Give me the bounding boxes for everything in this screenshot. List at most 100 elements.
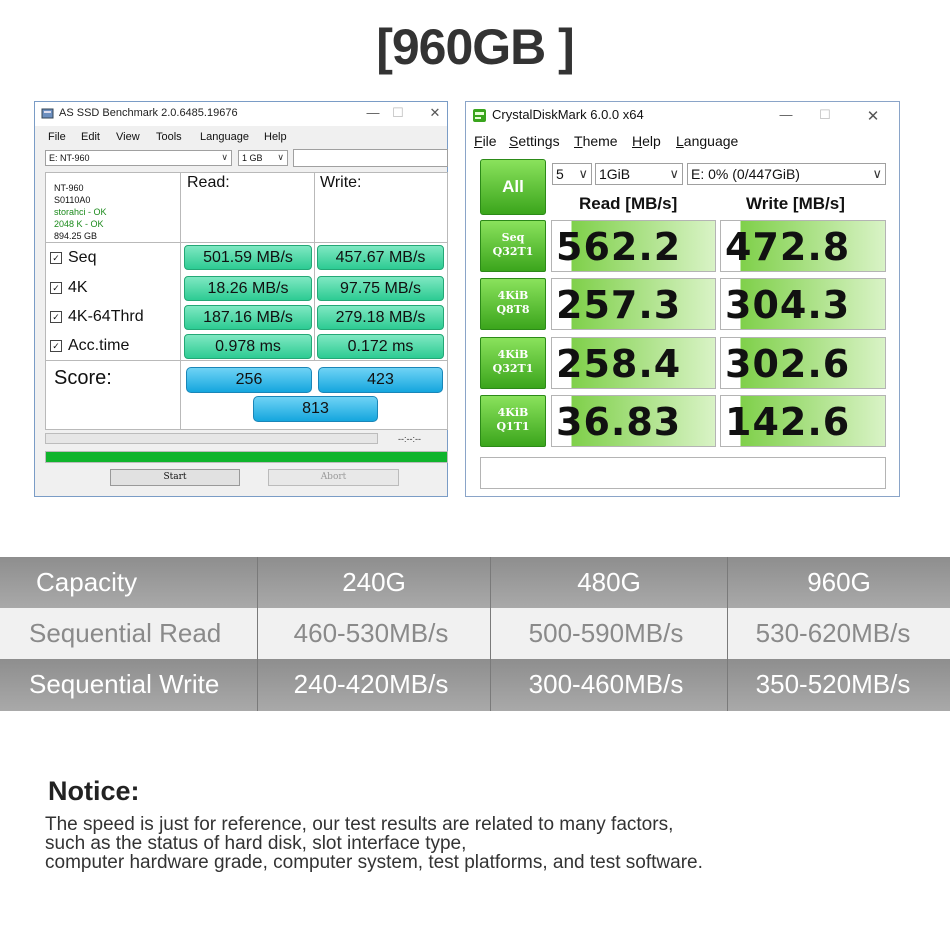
test-size-select-value: 1GiB	[599, 166, 631, 182]
menu-tools[interactable]: Tools	[156, 131, 182, 143]
minimize-icon[interactable]: —	[364, 105, 382, 120]
all-button[interactable]: All	[480, 159, 546, 215]
menu-file[interactable]: File	[48, 131, 66, 143]
menu-label-rest: elp	[642, 133, 661, 149]
page-heading: [960GB ]	[376, 19, 575, 75]
as-ssd-titlebar[interactable]: AS SSD Benchmark 2.0.6485.19676 — ☐ ✕	[35, 102, 447, 126]
cdm-menu-file[interactable]: File	[474, 133, 497, 149]
test-label-line1: 4KiB	[497, 289, 529, 302]
spec-header-row: Capacity 240G 480G 960G	[0, 557, 950, 608]
spec-cell: 300-460MB/s	[528, 669, 684, 699]
chevron-down-icon: ∨	[277, 152, 284, 162]
drive-firmware: S0110A0	[54, 195, 91, 205]
chevron-down-icon: ∨	[872, 166, 882, 181]
close-icon[interactable]: ✕	[426, 105, 444, 121]
row-acc-time-label[interactable]: ✓ Acc.time	[50, 337, 129, 355]
spec-row-write: Sequential Write 240-420MB/s 300-460MB/s…	[0, 659, 950, 711]
start-button[interactable]: Start	[110, 469, 240, 486]
menu-label-rest: anguage	[683, 133, 739, 149]
4kib-q8t8-write-result: 304.3	[720, 278, 886, 330]
grid-divider	[45, 242, 448, 243]
4k-64thrd-write-value: 279.18 MB/s	[317, 305, 444, 330]
row-label-text: Seq	[68, 249, 97, 266]
cdm-read-header: Read [MB/s]	[579, 194, 678, 213]
menu-edit[interactable]: Edit	[81, 131, 100, 143]
target-drive-select-value: E: 0% (0/447GiB)	[691, 166, 800, 182]
seq-q32t1-button[interactable]: Seq Q32T1	[480, 220, 546, 272]
checkbox-checked-icon[interactable]: ✓	[50, 340, 62, 352]
progress-bar-fill	[46, 452, 447, 462]
checkbox-checked-icon[interactable]: ✓	[50, 252, 62, 264]
cdm-titlebar[interactable]: CrystalDiskMark 6.0.0 x64 — ☐ ✕	[466, 102, 899, 128]
menu-label-rest: ettings	[518, 133, 560, 149]
4kib-q8t8-button[interactable]: 4KiB Q8T8	[480, 278, 546, 330]
menu-accelerator: T	[574, 133, 583, 149]
close-icon[interactable]: ✕	[864, 107, 882, 125]
drive-driver-status: storahci - OK	[54, 207, 107, 217]
chevron-down-icon: ∨	[221, 152, 228, 162]
spec-header-capacity: Capacity	[36, 567, 138, 597]
spec-table: Capacity 240G 480G 960G Sequential Read …	[0, 557, 950, 711]
test-label-line2: Q32T1	[492, 362, 534, 375]
test-label-line2: Q8T8	[496, 303, 530, 316]
spec-row-label: Sequential Write	[29, 669, 220, 699]
4kib-q32t1-write-result: 302.6	[720, 337, 886, 389]
row-label-text: 4K	[68, 279, 88, 296]
as-ssd-title: AS SSD Benchmark 2.0.6485.19676	[59, 107, 238, 119]
notice-line: The speed is just for reference, our tes…	[45, 814, 674, 835]
4kib-q1t1-read-result: 36.83	[551, 395, 716, 447]
drive-capacity: 894.25 GB	[54, 231, 98, 241]
size-select[interactable]: 1 GB ∨	[238, 150, 288, 166]
menu-accelerator: H	[632, 133, 643, 149]
test-label-line1: Seq	[501, 231, 525, 244]
checkbox-checked-icon[interactable]: ✓	[50, 311, 62, 323]
row-4k-64thrd-label[interactable]: ✓ 4K-64Thrd	[50, 308, 144, 326]
drive-select[interactable]: E: NT-960 ∨	[45, 150, 232, 166]
cdm-menu-help[interactable]: Help	[632, 133, 661, 149]
score-write-value: 423	[318, 367, 443, 393]
test-label-line1: 4KiB	[497, 406, 529, 419]
4kib-q32t1-button[interactable]: 4KiB Q32T1	[480, 337, 546, 389]
seq-q32t1-write-result: 472.8	[720, 220, 886, 272]
row-label-text: 4K-64Thrd	[68, 308, 144, 325]
target-drive-select[interactable]: E: 0% (0/447GiB) ∨	[687, 163, 886, 185]
drive-alignment-status: 2048 K - OK	[54, 219, 104, 229]
crystaldiskmark-window: CrystalDiskMark 6.0.0 x64 — ☐ ✕ File Set…	[465, 101, 900, 497]
menu-view[interactable]: View	[116, 131, 140, 143]
spec-header-960g: 960G	[807, 567, 871, 597]
cdm-menu-language[interactable]: Language	[676, 133, 738, 149]
row-label-text: Acc.time	[68, 337, 130, 354]
checkbox-checked-icon[interactable]: ✓	[50, 282, 62, 294]
notice-body: The speed is just for reference, our tes…	[45, 815, 703, 872]
count-select[interactable]: 5 ∨	[552, 163, 592, 185]
spec-column-divider	[257, 557, 258, 711]
spec-column-divider	[490, 557, 491, 711]
row-seq-label[interactable]: ✓ Seq	[50, 249, 96, 267]
acc-time-write-value: 0.172 ms	[317, 334, 444, 359]
minimize-icon[interactable]: —	[777, 107, 795, 122]
test-size-select[interactable]: 1GiB ∨	[595, 163, 683, 185]
cdm-app-icon	[473, 109, 486, 122]
maximize-icon[interactable]: ☐	[816, 107, 834, 123]
score-read-value: 256	[186, 367, 312, 393]
seq-write-value: 457.67 MB/s	[317, 245, 444, 270]
cdm-menu-settings[interactable]: Settings	[509, 133, 560, 149]
chevron-down-icon: ∨	[578, 166, 588, 181]
score-total-value: 813	[253, 396, 378, 422]
drive-info: NT-960 S0110A0 storahci - OK 2048 K - OK…	[54, 182, 107, 242]
result-text-field[interactable]	[293, 149, 448, 167]
row-4k-label[interactable]: ✓ 4K	[50, 279, 88, 297]
seq-read-value: 501.59 MB/s	[184, 245, 312, 270]
comment-field[interactable]	[480, 457, 886, 489]
maximize-icon[interactable]: ☐	[389, 105, 407, 121]
abort-button[interactable]: Abort	[268, 469, 399, 486]
read-header: Read:	[187, 174, 230, 191]
menu-language[interactable]: Language	[200, 131, 249, 143]
write-header: Write:	[320, 174, 362, 191]
menu-help[interactable]: Help	[264, 131, 287, 143]
spec-cell: 500-590MB/s	[528, 618, 684, 648]
4kib-q1t1-button[interactable]: 4KiB Q1T1	[480, 395, 546, 447]
cdm-menu-theme[interactable]: Theme	[574, 133, 618, 149]
seq-q32t1-read-result: 562.2	[551, 220, 716, 272]
grid-divider	[180, 172, 181, 430]
